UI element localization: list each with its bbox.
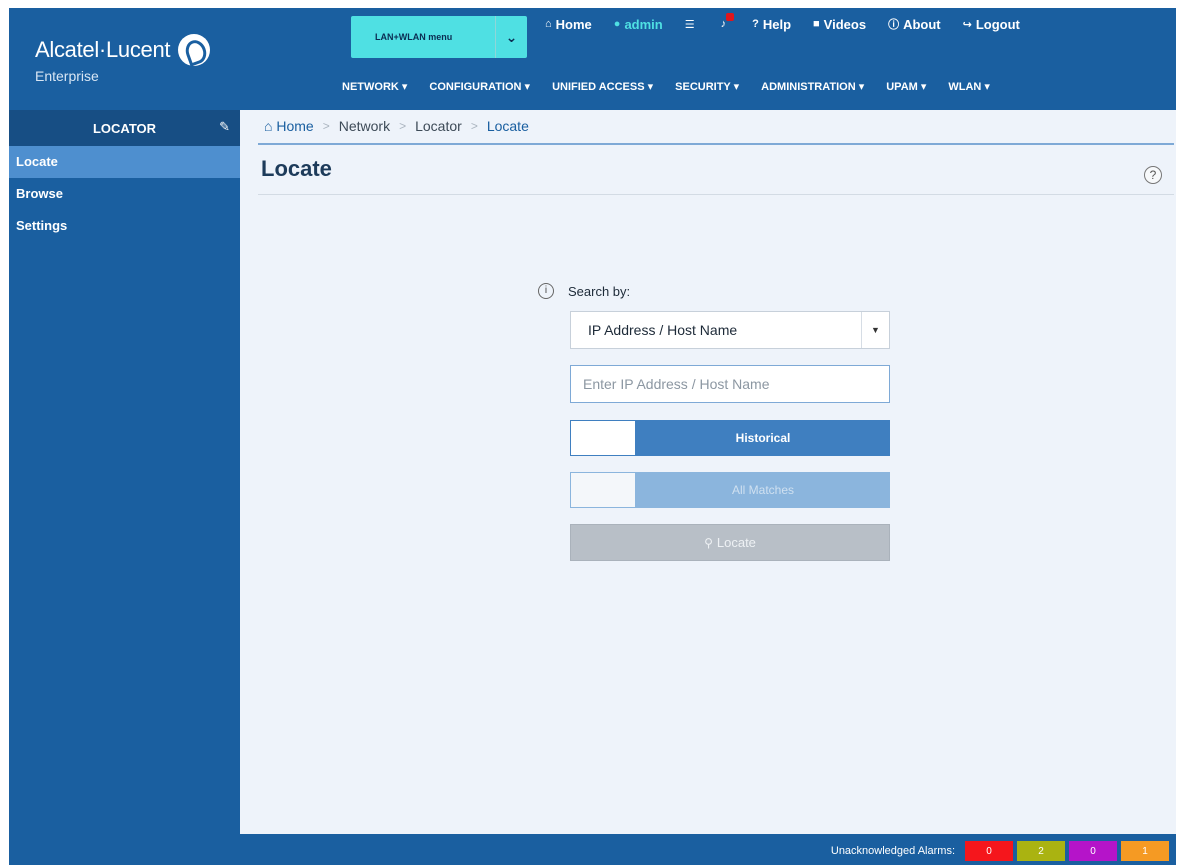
search-icon: ⚲ bbox=[704, 535, 713, 550]
alarm-button[interactable]: ♪ bbox=[721, 13, 735, 32]
breadcrumb-home[interactable]: ⌂ Home bbox=[264, 118, 314, 134]
logo-subtitle: Enterprise bbox=[35, 68, 99, 84]
user-icon: ● bbox=[613, 18, 621, 30]
help-button[interactable]: ? bbox=[1144, 166, 1162, 184]
alarm-badge bbox=[726, 13, 735, 21]
all-matches-label: All Matches bbox=[636, 472, 890, 508]
toggle-knob[interactable] bbox=[570, 420, 636, 456]
sidebar-item-settings[interactable]: Settings bbox=[9, 210, 240, 242]
breadcrumb-locate: Locate bbox=[486, 118, 529, 134]
nav-wlan[interactable]: WLAN ▾ bbox=[948, 80, 990, 93]
main-nav: NETWORK ▾ CONFIGURATION ▾ UNIFIED ACCESS… bbox=[342, 80, 1012, 93]
breadcrumb-locator[interactable]: Locator bbox=[415, 118, 462, 134]
search-by-select[interactable]: IP Address / Host Name ▼ bbox=[570, 311, 890, 349]
logout-link[interactable]: ↪ Logout bbox=[963, 16, 1020, 32]
alarms-summary: Unacknowledged Alarms: 0 2 0 1 bbox=[831, 841, 1169, 861]
alarm-critical-count[interactable]: 0 bbox=[965, 841, 1013, 861]
app-window: Alcatel·Lucent Enterprise LAN+WLAN menu … bbox=[9, 8, 1176, 865]
breadcrumb-network[interactable]: Network bbox=[339, 118, 390, 134]
menu-type-select[interactable]: LAN+WLAN menu ⌄ bbox=[351, 16, 527, 58]
logout-icon: ↪ bbox=[962, 18, 972, 31]
page-title: Locate bbox=[261, 156, 332, 181]
menu-type-label: LAN+WLAN menu bbox=[375, 32, 453, 42]
caret-down-icon[interactable]: ▼ bbox=[861, 312, 889, 348]
sidebar: LOCATOR ✎ Locate Browse Settings bbox=[9, 110, 240, 834]
ip-address-input[interactable] bbox=[570, 365, 890, 403]
user-link[interactable]: ● admin bbox=[614, 16, 663, 32]
title-divider bbox=[258, 194, 1174, 195]
historical-label: Historical bbox=[636, 420, 890, 456]
breadcrumb-separator: > bbox=[322, 119, 330, 133]
locate-form: i Search by: IP Address / Host Name ▼ Hi… bbox=[538, 283, 898, 561]
help-link[interactable]: ? Help bbox=[752, 16, 791, 32]
breadcrumb: ⌂ Home > Network > Locator > Locate bbox=[264, 118, 529, 134]
logo: Alcatel·Lucent Enterprise bbox=[35, 34, 211, 84]
alarm-minor-count[interactable]: 0 bbox=[1069, 841, 1117, 861]
logo-mark-icon bbox=[178, 34, 211, 66]
video-icon: ■ bbox=[813, 18, 820, 30]
home-icon: ⌂ bbox=[264, 118, 277, 134]
sidebar-header: LOCATOR ✎ bbox=[9, 110, 240, 146]
pin-icon[interactable]: ✎ bbox=[219, 119, 230, 135]
about-link[interactable]: ⓘ About bbox=[888, 16, 941, 32]
nav-configuration[interactable]: CONFIGURATION ▾ bbox=[429, 80, 530, 93]
toggle-knob[interactable] bbox=[570, 472, 636, 508]
info-icon: ⓘ bbox=[888, 19, 900, 31]
search-by-value: IP Address / Host Name bbox=[588, 322, 738, 338]
nav-security[interactable]: SECURITY ▾ bbox=[675, 80, 739, 93]
home-icon: ⌂ bbox=[545, 18, 552, 30]
top-header: Alcatel·Lucent Enterprise LAN+WLAN menu … bbox=[9, 8, 1176, 110]
footer: Unacknowledged Alarms: 0 2 0 1 bbox=[9, 834, 1176, 865]
sidebar-item-locate[interactable]: Locate bbox=[9, 146, 240, 178]
alarm-warning-count[interactable]: 1 bbox=[1121, 841, 1169, 861]
alarm-major-count[interactable]: 2 bbox=[1017, 841, 1065, 861]
sidebar-title: LOCATOR bbox=[92, 120, 157, 136]
all-matches-toggle[interactable]: All Matches bbox=[570, 472, 890, 508]
nav-network[interactable]: NETWORK ▾ bbox=[342, 80, 407, 93]
info-icon[interactable]: i bbox=[538, 283, 554, 299]
logo-brand: Alcatel·Lucent bbox=[35, 37, 171, 62]
chevron-down-icon[interactable]: ⌄ bbox=[495, 16, 527, 58]
breadcrumb-separator: > bbox=[470, 119, 478, 133]
alarms-label: Unacknowledged Alarms: bbox=[830, 845, 955, 857]
breadcrumb-separator: > bbox=[399, 119, 407, 133]
list-button[interactable]: ☰ bbox=[685, 16, 699, 32]
historical-toggle[interactable]: Historical bbox=[570, 420, 890, 456]
question-icon: ? bbox=[752, 18, 759, 30]
home-link[interactable]: ⌂ Home bbox=[545, 16, 592, 32]
list-icon: ☰ bbox=[684, 18, 695, 31]
sidebar-item-browse[interactable]: Browse bbox=[9, 178, 240, 210]
nav-unified-access[interactable]: UNIFIED ACCESS ▾ bbox=[552, 80, 653, 93]
videos-link[interactable]: ■ Videos bbox=[813, 16, 866, 32]
locate-button[interactable]: ⚲ Locate bbox=[570, 524, 890, 561]
nav-upam[interactable]: UPAM ▾ bbox=[886, 80, 926, 93]
top-links: ⌂ Home ● admin ☰ ♪ ? Help ■ Videos ⓘ About ↪ L… bbox=[545, 13, 1042, 32]
search-by-label: i Search by: bbox=[538, 283, 898, 299]
breadcrumb-divider bbox=[258, 143, 1174, 145]
main-content: ⌂ Home > Network > Locator > Locate Loca… bbox=[240, 110, 1176, 834]
nav-administration[interactable]: ADMINISTRATION ▾ bbox=[761, 80, 864, 93]
